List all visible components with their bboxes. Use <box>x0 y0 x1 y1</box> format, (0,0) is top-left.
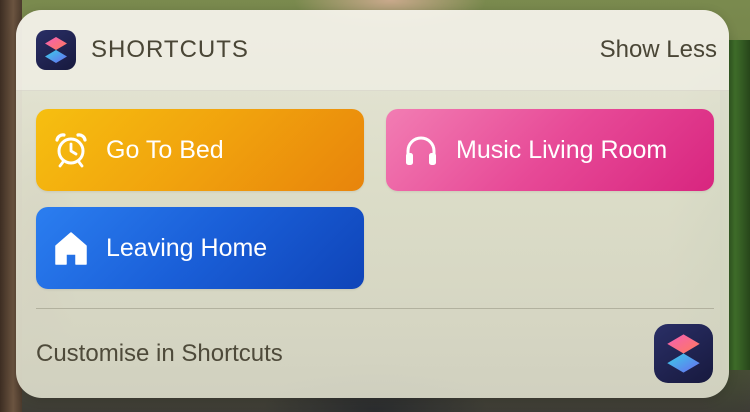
customise-in-shortcuts-link[interactable]: Customise in Shortcuts <box>36 340 283 368</box>
shortcut-label: Music Living Room <box>456 135 668 164</box>
shortcut-label: Go To Bed <box>106 135 224 164</box>
widget-title: SHORTCUTS <box>91 36 249 63</box>
shortcuts-widget: SHORTCUTS Show Less Go To Bed Music Livi… <box>16 10 729 398</box>
house-icon <box>52 229 90 267</box>
show-less-button[interactable]: Show Less <box>600 36 717 64</box>
widget-header: SHORTCUTS Show Less <box>16 10 729 91</box>
shortcut-leaving-home[interactable]: Leaving Home <box>36 207 364 289</box>
shortcut-go-to-bed[interactable]: Go To Bed <box>36 109 364 191</box>
headphones-icon <box>402 131 440 169</box>
footer-divider <box>36 308 714 309</box>
shortcuts-app-icon[interactable] <box>654 324 713 383</box>
shortcuts-app-icon <box>36 30 76 70</box>
shortcut-music-living-room[interactable]: Music Living Room <box>386 109 714 191</box>
shortcut-label: Leaving Home <box>106 233 268 262</box>
alarm-clock-icon <box>52 131 90 169</box>
